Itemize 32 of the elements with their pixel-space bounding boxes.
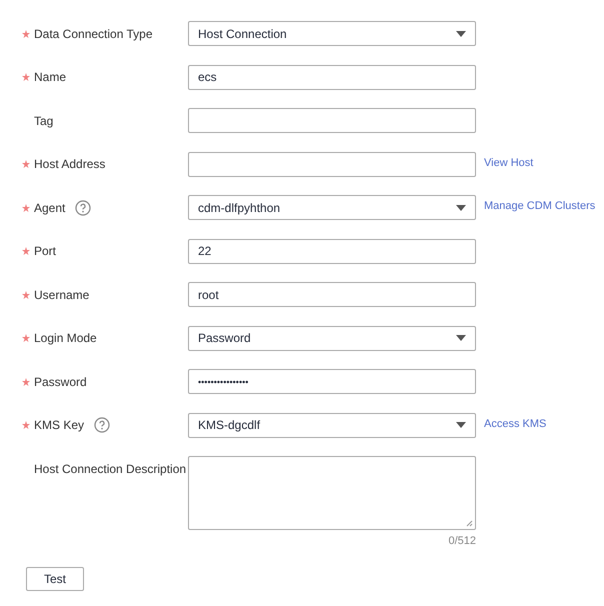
caret-icon bbox=[456, 335, 466, 341]
caret-icon bbox=[456, 422, 466, 428]
link[interactable]: View Host bbox=[484, 152, 534, 174]
dropdown[interactable]: cdm-dlfpyhthon bbox=[188, 195, 476, 220]
field-label: Data Connection Type bbox=[34, 26, 153, 40]
input-field[interactable] bbox=[188, 152, 476, 176]
test-button[interactable]: Test bbox=[26, 567, 84, 591]
link[interactable]: Access KMS bbox=[484, 412, 546, 434]
caret-icon bbox=[456, 204, 466, 210]
input-field[interactable]: root bbox=[188, 282, 476, 307]
field-label: Login Mode bbox=[34, 331, 97, 345]
field-label: Password bbox=[34, 374, 87, 388]
dropdown[interactable]: KMS-dgcdlf bbox=[188, 412, 476, 438]
field-label: Port bbox=[34, 244, 56, 258]
character-counter: 0/512 bbox=[447, 535, 476, 547]
caret-icon bbox=[456, 30, 466, 36]
field-label: Host Connection Description bbox=[34, 462, 186, 476]
link[interactable]: Manage CDM Clusters bbox=[484, 195, 596, 217]
field-label: Host Address bbox=[34, 157, 106, 171]
resize-handle-icon bbox=[466, 520, 473, 527]
dropdown[interactable]: Password bbox=[188, 326, 476, 350]
dropdown[interactable]: Host Connection bbox=[188, 21, 476, 46]
input-field[interactable]: ecs bbox=[188, 64, 476, 90]
field-label: Tag bbox=[34, 114, 54, 128]
input-field[interactable]: 22 bbox=[188, 238, 476, 264]
input-field[interactable] bbox=[188, 108, 476, 133]
field-label: Name bbox=[34, 70, 66, 84]
field-label: KMS Key bbox=[34, 418, 84, 432]
text-area[interactable] bbox=[188, 456, 476, 530]
field-label: Username bbox=[34, 288, 90, 302]
field-label: Agent bbox=[34, 200, 66, 214]
password-field[interactable]: •••••••••••••••• bbox=[188, 369, 476, 394]
